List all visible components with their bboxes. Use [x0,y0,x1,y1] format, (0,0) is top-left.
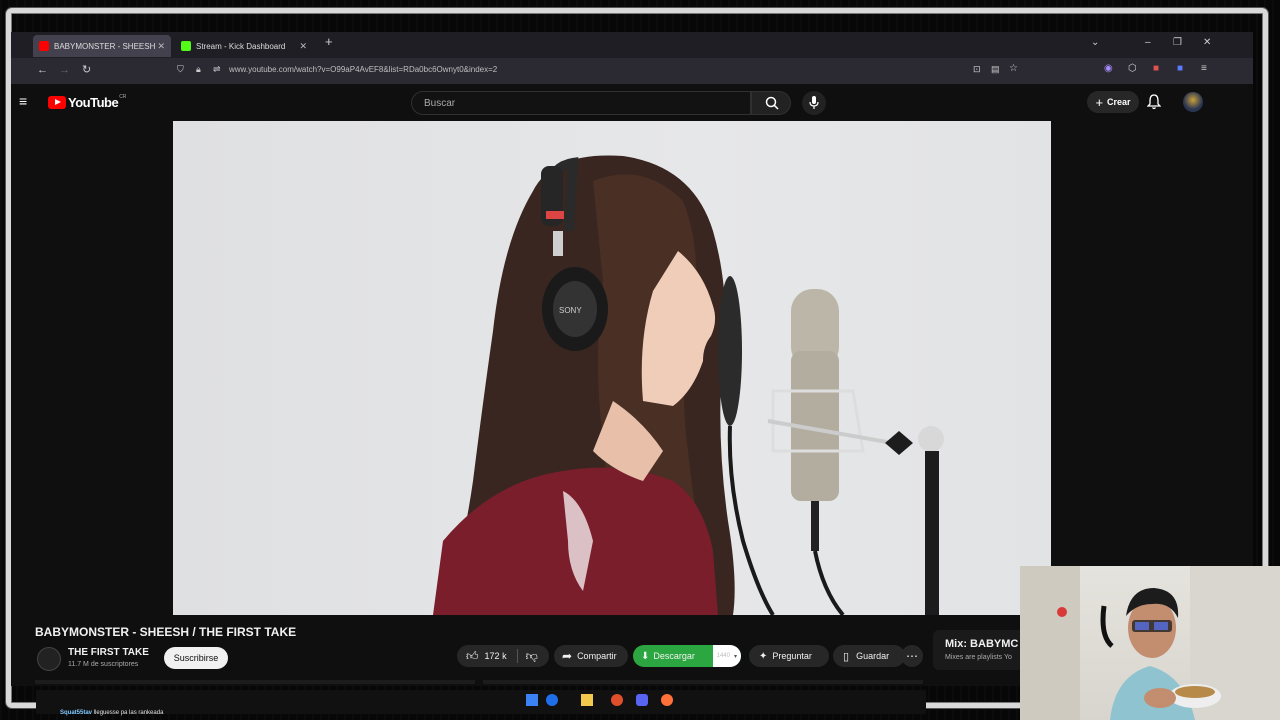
restore-icon[interactable]: ❐ [1173,37,1182,48]
download-icon: ⬇ [641,650,650,662]
chat-message: lleguesse pa las rankeada [93,710,164,716]
download-label: Descargar [653,651,695,661]
country-code: CR [119,93,127,100]
discord-icon[interactable] [636,694,648,706]
like-count[interactable]: 172 k [485,651,507,661]
tab-bar: BABYMONSTER - SHEESH / ✕ Stream - Kick D… [11,32,1253,58]
download-button[interactable]: ⬇ Descargar 1440 ▾ [633,645,741,667]
extension-badge-icon[interactable]: ■ [1153,63,1159,74]
mix-subtitle: Mixes are playlists Yo [945,654,1012,661]
comment-area-divider [35,680,475,684]
new-tab-icon[interactable]: + [325,34,333,49]
svg-text:SONY: SONY [559,306,582,315]
ask-label: Preguntar [772,651,812,661]
search-button[interactable] [751,91,791,115]
video-player[interactable]: SONY [173,121,1051,615]
like-dislike-group: 👍︎ 172 k 👎︎ [457,645,549,667]
back-icon[interactable]: ← [37,64,48,76]
forward-icon[interactable]: → [59,64,70,76]
search-taskbar-icon[interactable] [546,694,558,706]
lock-icon: 🔒︎ [196,64,201,74]
video-title: BABYMONSTER - SHEESH / THE FIRST TAKE [35,625,297,639]
divider [516,649,518,663]
close-window-icon[interactable]: ✕ [1203,37,1211,48]
webcam-overlay [1020,566,1280,720]
close-tab-icon[interactable]: ✕ [157,41,165,52]
channel-name[interactable]: THE FIRST TAKE [68,647,149,658]
shield-icon[interactable]: ⛉ [177,64,184,75]
subscriber-count: 11.7 M de suscriptores [68,661,139,668]
more-actions-icon[interactable]: ⋯ [901,645,923,667]
tab-label: BABYMONSTER - SHEESH / [54,41,158,51]
stream-chat-line: Squat55tav lleguesse pa las rankeada [60,710,163,716]
share-icon: ➦ [562,649,573,663]
thumbs-up-icon[interactable]: 👍︎ [466,649,479,664]
youtube-favicon-icon [39,41,49,51]
menu-icon[interactable]: ≡ [1201,63,1207,74]
extension-icon[interactable]: ◉ [1104,63,1113,74]
channel-avatar[interactable] [37,647,61,671]
plus-icon: + [1095,94,1104,110]
minimize-icon[interactable]: – [1145,37,1151,48]
share-button[interactable]: ➦ Compartir [554,645,628,667]
search-input[interactable] [422,97,726,110]
subscribe-button[interactable]: Suscribirse [164,647,228,669]
nav-bar: ← → ↻ ⛉ 🔒︎ ⇌ www.youtube.com/watch?v=O99… [11,58,1253,84]
app-icon[interactable] [611,694,623,706]
reload-icon[interactable]: ↻ [82,63,91,76]
thumbs-down-icon[interactable]: 👎︎ [526,649,538,664]
firefox-icon[interactable] [661,694,673,706]
permissions-icon[interactable]: ⇌ [213,64,221,75]
youtube-logo[interactable]: YouTube CR [48,93,127,110]
save-label: Guardar [856,651,890,661]
description-divider [483,680,923,684]
youtube-play-icon [48,96,66,109]
tab-kick[interactable]: Stream - Kick Dashboard ✕ [175,35,313,57]
notifications-bell-icon[interactable] [1147,94,1161,110]
bookmark-star-icon[interactable]: ☆ [1009,63,1018,74]
chevron-down-icon: ▾ [733,653,737,660]
tab-label: Stream - Kick Dashboard [196,41,286,51]
download-quality: 1440 [716,653,730,659]
hamburger-menu-icon[interactable]: ≡ [19,93,27,109]
start-icon[interactable] [526,694,538,706]
mix-title: Mix: BABYMC [945,638,1019,650]
kick-favicon-icon [181,41,191,51]
mic-icon [809,96,819,109]
sparkle-icon: ✦ [759,650,768,662]
ask-button[interactable]: ✦ Preguntar [749,645,829,667]
chat-username: Squat55tav [60,710,93,716]
save-button[interactable]: ▯ Guardar [833,645,905,667]
create-button[interactable]: + Crear [1087,91,1139,113]
taskbar [36,690,926,714]
search-icon [765,96,779,110]
search-box [411,91,751,115]
close-tab-icon[interactable]: ✕ [299,41,307,52]
screenshot-icon[interactable]: ⊡ [973,64,981,75]
download-quality-select[interactable]: 1440 ▾ [712,645,741,667]
reader-view-icon[interactable]: ▤ [991,64,1000,75]
voice-search-button[interactable] [802,91,826,115]
logo-text: YouTube [68,95,119,110]
tab-youtube[interactable]: BABYMONSTER - SHEESH / ✕ [33,35,171,57]
tab-list-chevron-icon[interactable]: ⌄ [1091,37,1099,48]
video-frame-singer: SONY [433,155,944,615]
file-explorer-icon[interactable] [581,694,593,706]
share-label: Compartir [577,651,617,661]
extension-shield-icon[interactable]: ■ [1177,63,1183,74]
streamer-webcam-image [1020,566,1280,720]
extensions-puzzle-icon[interactable]: ⬡ [1128,63,1137,74]
account-avatar[interactable] [1183,92,1203,112]
create-label: Crear [1107,97,1131,107]
bookmark-icon: ▯ [843,650,850,663]
youtube-header: ≡ YouTube CR + Crear [11,84,1253,120]
url-bar[interactable]: www.youtube.com/watch?v=O99aP4AvEF8&list… [229,65,497,74]
